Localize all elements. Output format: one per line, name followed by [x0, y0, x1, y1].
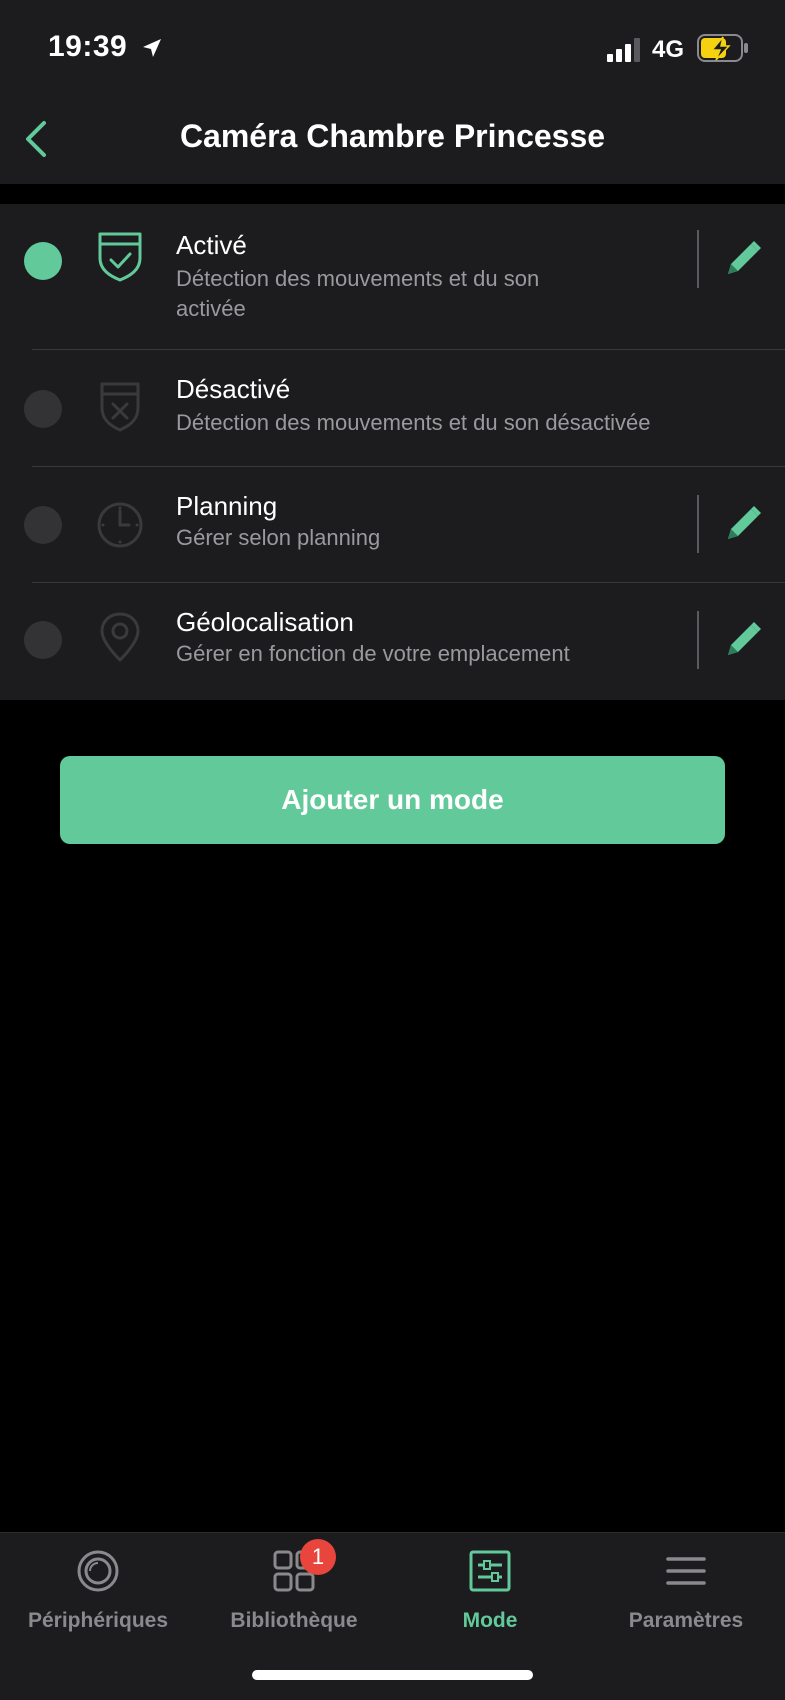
mode-item-active[interactable]: Activé Détection des mouvements et du so… [0, 204, 785, 350]
vertical-divider [697, 611, 699, 669]
mode-radio[interactable] [24, 621, 62, 659]
location-pin-icon [100, 612, 140, 662]
tab-label: Périphériques [27, 1609, 169, 1632]
mode-title: Activé [176, 230, 247, 260]
page-title: Caméra Chambre Princesse [179, 118, 606, 154]
camera-lens-icon [77, 1550, 119, 1592]
tab-bibliotheque[interactable]: 1 Bibliothèque [196, 1533, 392, 1653]
mode-description: Détection des mouvements et du son désac… [176, 410, 651, 435]
status-time: 19:39 [48, 30, 128, 63]
add-mode-button[interactable]: Ajouter un mode [60, 756, 725, 844]
header: 19:39 4G Caméra Chambre Princesse [0, 0, 785, 184]
menu-icon [666, 1557, 706, 1585]
tab-parametres[interactable]: Paramètres [588, 1533, 784, 1653]
mode-item-planning[interactable]: Planning Gérer selon planning [0, 467, 785, 583]
tab-mode[interactable]: Mode [392, 1533, 588, 1653]
screen: 19:39 4G Caméra Chambre Princesse Activé… [0, 0, 785, 1700]
network-type: 4G [652, 36, 685, 63]
shield-check-icon [98, 232, 142, 282]
mode-radio-selected[interactable] [24, 242, 62, 280]
mode-list: Activé Détection des mouvements et du so… [0, 204, 785, 700]
vertical-divider [697, 230, 699, 288]
shield-x-icon [100, 382, 140, 432]
tab-label: Mode [462, 1609, 518, 1632]
mode-title: Planning [176, 491, 278, 521]
mode-radio[interactable] [24, 506, 62, 544]
edit-pencil-icon[interactable] [722, 619, 764, 661]
mode-title: Désactivé [176, 374, 291, 404]
sliders-icon [469, 1550, 511, 1592]
mode-item-geolocation[interactable]: Géolocalisation Gérer en fonction de vot… [0, 583, 785, 700]
mode-item-inactive[interactable]: Désactivé Détection des mouvements et du… [0, 350, 785, 467]
edit-pencil-icon[interactable] [722, 238, 764, 280]
tab-peripheriques[interactable]: Périphériques [0, 1533, 196, 1653]
signal-icon [607, 38, 640, 62]
home-indicator[interactable] [252, 1670, 533, 1680]
tab-label: Bibliothèque [230, 1609, 358, 1632]
clock-icon [97, 502, 143, 548]
mode-description: Gérer selon planning [176, 525, 381, 550]
notification-badge: 1 [300, 1539, 336, 1575]
edit-pencil-icon[interactable] [722, 503, 764, 545]
tab-label: Paramètres [628, 1609, 744, 1632]
battery-charging-icon [697, 34, 748, 62]
mode-description: Gérer en fonction de votre emplacement [176, 641, 570, 666]
mode-description: Détection des mouvements et du son activ… [176, 266, 540, 321]
location-arrow-icon [143, 39, 161, 57]
mode-title: Géolocalisation [176, 607, 354, 637]
mode-radio[interactable] [24, 390, 62, 428]
vertical-divider [697, 495, 699, 553]
